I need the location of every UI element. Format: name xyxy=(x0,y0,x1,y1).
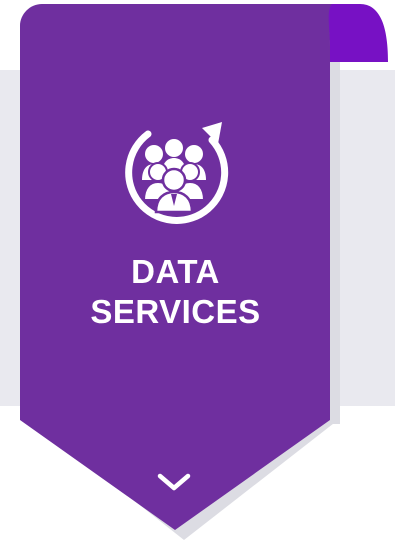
team-cycle-icon xyxy=(125,122,229,224)
title-line-services: SERVICES xyxy=(90,293,261,330)
title-line-data: DATA xyxy=(131,253,220,290)
ribbon-fold xyxy=(322,4,388,62)
data-services-card[interactable]: DATA SERVICES xyxy=(20,0,331,544)
chevron-down-icon xyxy=(157,473,191,491)
expand-button[interactable] xyxy=(150,466,198,500)
card-title: DATA SERVICES xyxy=(20,252,331,332)
data-services-stage: DATA SERVICES xyxy=(0,0,395,544)
fold-shadow xyxy=(330,48,340,424)
